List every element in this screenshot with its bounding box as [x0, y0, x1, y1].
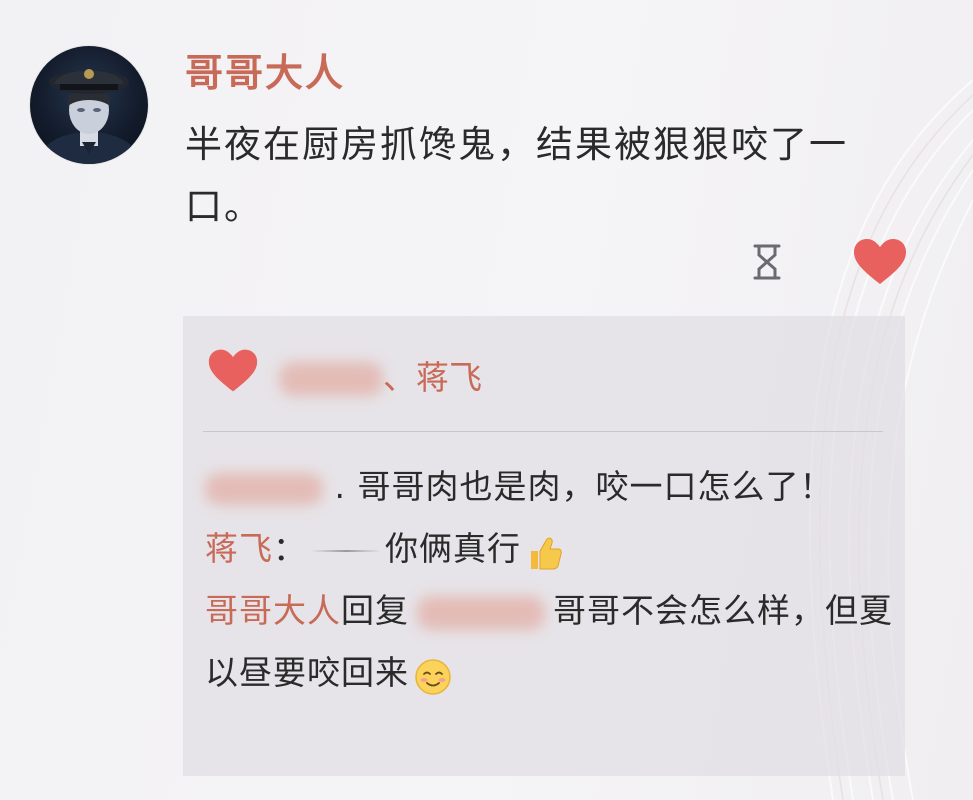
reply-word: 回复	[341, 591, 409, 630]
comment-separator: ：	[273, 529, 307, 568]
avatar[interactable]	[30, 46, 148, 164]
blush-emoji	[413, 655, 453, 695]
likes-separator: 、	[383, 358, 416, 397]
comment-item[interactable]: 蒋飞： 你俩真行	[205, 518, 895, 580]
like-heart-icon[interactable]	[852, 238, 908, 286]
hourglass-icon[interactable]	[749, 241, 785, 283]
comment-list: . 哥哥肉也是肉，咬一口怎么了！ 蒋飞： 你俩真行 哥哥大人回复 哥哥不会怎么样，但…	[205, 456, 895, 704]
comment-prefix: .	[334, 467, 346, 506]
liker-name[interactable]: 蒋飞	[416, 358, 482, 397]
liked-heart-icon	[207, 348, 259, 394]
post-author[interactable]: 哥哥大人	[185, 50, 345, 96]
thumbs-up-emoji	[525, 531, 565, 571]
comment-text: 哥哥肉也是肉，咬一口怎么了！	[357, 467, 834, 506]
divider	[203, 431, 883, 432]
blurred-gap	[311, 549, 381, 552]
avatar-image	[41, 69, 137, 164]
comment-author[interactable]: 蒋飞	[205, 529, 273, 568]
likes-row: 、蒋飞	[207, 348, 887, 408]
comment-item[interactable]: 哥哥大人回复 哥哥不会怎么样，但夏以昼要咬回来	[205, 580, 895, 704]
blurred-name	[279, 362, 383, 396]
comment-item[interactable]: . 哥哥肉也是肉，咬一口怎么了！	[205, 456, 895, 518]
comment-section: 、蒋飞 . 哥哥肉也是肉，咬一口怎么了！ 蒋飞： 你俩真行 哥哥大人回复 哥哥不会怎…	[183, 316, 905, 776]
post-text: 半夜在厨房抓馋鬼，结果被狠狠咬了一口。	[185, 123, 848, 228]
comment-author[interactable]: 哥哥大人	[205, 591, 341, 630]
comment-text: 你俩真行	[385, 529, 521, 568]
likes-names[interactable]: 、蒋飞	[383, 356, 482, 400]
blurred-name	[205, 472, 323, 505]
blurred-name	[417, 595, 545, 630]
